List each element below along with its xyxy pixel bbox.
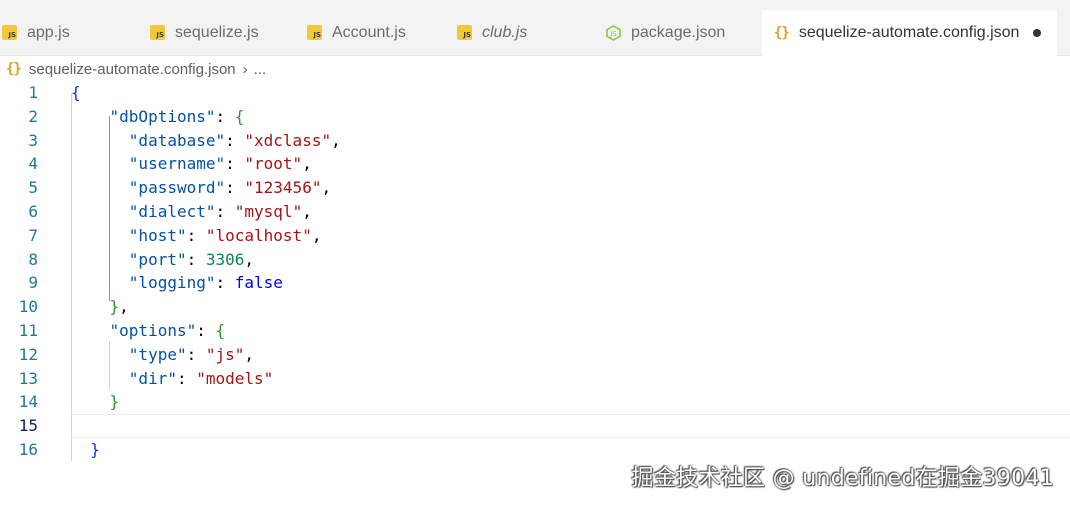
- code-line: 1 {: [0, 81, 1070, 105]
- code-line: 14 }: [0, 390, 1070, 414]
- json-key: "logging": [128, 273, 216, 293]
- code-line: 6 "dialect": "mysql",: [0, 200, 1070, 224]
- svg-text:JS: JS: [609, 30, 617, 38]
- code-text: {: [71, 83, 81, 102]
- tab-sequelize-automate-config-json[interactable]: {} sequelize-automate.config.json: [762, 10, 1057, 56]
- json-braces-icon: {}: [6, 61, 22, 77]
- json-key: "password": [128, 178, 226, 198]
- code-text: "password": "123456",: [128, 178, 332, 198]
- code-line: 7 "host": "localhost",: [0, 224, 1070, 248]
- tab-app-js[interactable]: JS app.js: [0, 10, 130, 55]
- line-number: 1: [28, 83, 38, 102]
- tab-label: Account.js: [332, 23, 406, 41]
- code-text: "database": "xdclass",: [128, 130, 341, 150]
- nodejs-icon: JS: [606, 24, 621, 41]
- code-text: },: [109, 297, 129, 317]
- js-icon: JS: [457, 25, 472, 40]
- json-key: "options": [109, 321, 197, 340]
- code-line: 11 "options": {: [0, 319, 1070, 343]
- json-string: "mysql": [234, 202, 303, 221]
- code-line: 3 "database": "xdclass",: [0, 129, 1070, 153]
- json-string: "localhost": [205, 225, 312, 245]
- code-text: "options": {: [109, 321, 226, 340]
- code-editor[interactable]: 1 { 2 "dbOptions": { 3 "database": "xdcl…: [0, 81, 1070, 461]
- json-string: "xdclass": [244, 130, 332, 150]
- breadcrumb-ellipsis[interactable]: ...: [254, 61, 267, 78]
- tab-label: sequelize.js: [175, 23, 259, 41]
- code-text: "port": 3306,: [128, 249, 255, 269]
- json-key: "type": [128, 344, 187, 364]
- breadcrumb: {} sequelize-automate.config.json › ...: [6, 58, 266, 80]
- code-line: 8 "port": 3306,: [0, 248, 1070, 272]
- js-icon: JS: [307, 25, 322, 40]
- json-key: "database": [128, 130, 226, 150]
- code-text: "username": "root",: [128, 154, 312, 174]
- line-number: 5: [28, 178, 38, 198]
- json-boolean: false: [234, 273, 283, 293]
- json-string: "root": [244, 154, 303, 174]
- json-key: "username": [128, 154, 226, 174]
- line-number: 10: [18, 297, 38, 317]
- json-key: "dialect": [128, 202, 216, 221]
- chevron-right-icon: ›: [242, 60, 248, 78]
- line-number: 9: [28, 273, 38, 293]
- line-number: 14: [18, 392, 38, 412]
- editor-tab-bar: JS app.js JS sequelize.js JS Account.js …: [0, 0, 1070, 56]
- line-number: 4: [28, 154, 38, 174]
- code-text: }: [90, 440, 100, 459]
- line-number: 6: [28, 202, 38, 221]
- line-number: 15: [18, 416, 38, 436]
- code-line: 12 "type": "js",: [0, 343, 1070, 367]
- code-text: "dialect": "mysql",: [128, 202, 312, 221]
- breadcrumb-file[interactable]: sequelize-automate.config.json: [29, 61, 236, 78]
- code-line: 10 },: [0, 295, 1070, 319]
- unsaved-dot-icon[interactable]: [1033, 29, 1042, 37]
- tab-label: package.json: [631, 23, 726, 41]
- json-string: "123456": [244, 178, 322, 198]
- js-icon: JS: [150, 25, 165, 40]
- js-icon: JS: [2, 25, 17, 40]
- tab-package-json[interactable]: JS package.json: [606, 10, 756, 55]
- code-text: "host": "localhost",: [128, 225, 322, 245]
- tab-club-js[interactable]: JS club.js: [457, 10, 597, 55]
- tab-sequelize-js[interactable]: JS sequelize.js: [150, 10, 300, 55]
- line-number: 11: [18, 321, 38, 340]
- json-string: "models": [196, 368, 274, 388]
- code-text: "dir": "models": [128, 368, 274, 388]
- code-line: 4 "username": "root",: [0, 152, 1070, 176]
- json-braces-icon: {}: [774, 25, 790, 41]
- code-text: "type": "js",: [128, 344, 255, 364]
- tab-account-js[interactable]: JS Account.js: [307, 10, 447, 55]
- code-line: 15: [0, 414, 1070, 438]
- line-number: 13: [18, 368, 38, 388]
- line-number: 2: [28, 106, 38, 126]
- line-number: 7: [28, 225, 38, 245]
- json-number: 3306: [205, 249, 245, 269]
- tab-label: sequelize-automate.config.json: [798, 24, 1020, 41]
- json-key: "dir": [128, 368, 177, 388]
- code-line: 13 "dir": "models": [0, 367, 1070, 391]
- code-line: 2 "dbOptions": {: [0, 105, 1070, 129]
- line-number: 8: [28, 249, 38, 269]
- line-number: 12: [18, 344, 38, 364]
- code-line: 9 "logging": false: [0, 271, 1070, 295]
- code-line: 5 "password": "123456",: [0, 176, 1070, 200]
- tab-label: club.js: [482, 23, 528, 41]
- line-number: 16: [18, 440, 38, 459]
- watermark: 掘金技术社区 @ undefined在掘金39041: [631, 466, 1054, 491]
- code-text: "dbOptions": {: [109, 106, 245, 126]
- json-key: "dbOptions": [109, 106, 216, 126]
- code-text: }: [109, 392, 120, 412]
- code-line: 16 }: [0, 438, 1070, 462]
- tab-label: app.js: [27, 23, 70, 41]
- line-number: 3: [28, 130, 38, 150]
- json-key: "host": [128, 225, 187, 245]
- json-key: "port": [128, 249, 187, 269]
- json-string: "js": [205, 344, 245, 364]
- code-text: "logging": false: [128, 273, 283, 293]
